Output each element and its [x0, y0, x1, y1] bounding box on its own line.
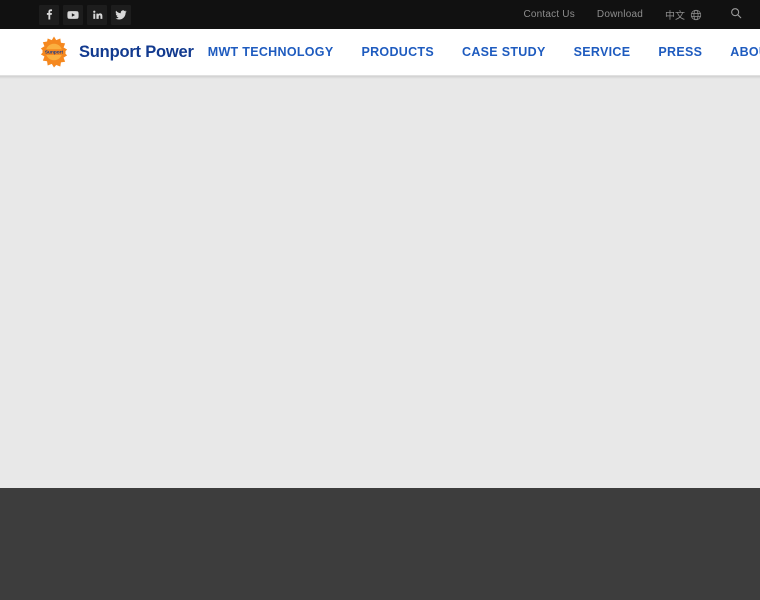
facebook-icon [44, 9, 55, 20]
page-root: Contact Us Download 中文 Sunport Sunport P… [0, 0, 760, 600]
nav-item-about-us[interactable]: ABOUT US [716, 29, 760, 76]
nav-item-press[interactable]: PRESS [644, 29, 716, 76]
site-header: Sunport Sunport Power MWT TECHNOLOGY PRO… [0, 29, 760, 76]
linkedin-icon [92, 9, 103, 20]
nav-item-service[interactable]: SERVICE [560, 29, 645, 76]
sunport-sun-logo-icon: Sunport [38, 36, 70, 68]
social-link-facebook[interactable] [39, 4, 59, 25]
top-link-download[interactable]: Download [597, 9, 643, 20]
social-link-linkedin[interactable] [87, 4, 107, 25]
nav-item-mwt-technology[interactable]: MWT TECHNOLOGY [194, 29, 348, 76]
svg-text:Sunport: Sunport [45, 50, 64, 56]
nav-item-products[interactable]: PRODUCTS [347, 29, 448, 76]
social-link-twitter[interactable] [111, 4, 131, 25]
main-navigation: MWT TECHNOLOGY PRODUCTS CASE STUDY SERVI… [194, 29, 760, 75]
youtube-icon [67, 9, 79, 21]
language-label: 中文 [665, 11, 685, 22]
top-utility-bar: Contact Us Download 中文 [0, 0, 760, 29]
site-footer [0, 488, 760, 600]
brand-name: Sunport Power [79, 42, 194, 61]
main-content-area [0, 76, 760, 488]
social-links [39, 4, 131, 25]
search-button[interactable] [730, 6, 742, 24]
search-icon [730, 6, 742, 24]
nav-item-case-study[interactable]: CASE STUDY [448, 29, 560, 76]
top-right-utilities: Contact Us Download 中文 [501, 0, 760, 29]
globe-icon [690, 9, 702, 21]
logo-link-home[interactable]: Sunport Sunport Power [38, 36, 194, 68]
social-link-youtube[interactable] [63, 4, 83, 25]
top-link-contact-us[interactable]: Contact Us [523, 9, 574, 20]
twitter-icon [115, 9, 127, 21]
language-switcher[interactable]: 中文 [665, 7, 702, 22]
